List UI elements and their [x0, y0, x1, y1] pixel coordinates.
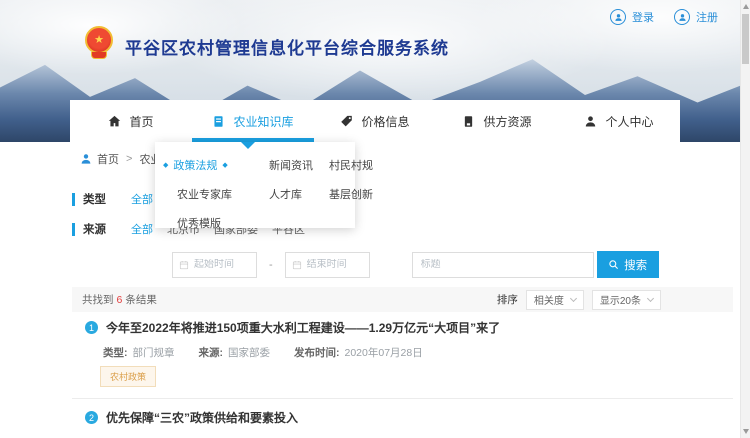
date-range-separator: - — [269, 259, 273, 271]
register-label: 注册 — [696, 9, 718, 25]
end-date-field[interactable] — [285, 252, 370, 278]
result-title[interactable]: 今年至2022年将推进150项重大水利工程建设——1.29万亿元“大项目”来了 — [106, 319, 500, 336]
page-size-select[interactable]: 显示20条 — [592, 290, 661, 310]
main-nav: 首页 农业知识库 价格信息 供方资源 个人中心 — [70, 100, 680, 142]
result-title[interactable]: 优先保障“三农”政策供给和要素投入 — [106, 409, 298, 426]
results-summary-bar: 共找到 6 条结果 排序 相关度 显示20条 — [72, 287, 733, 312]
nav-item-supplier-resources[interactable]: 供方资源 — [436, 100, 558, 142]
site-title: 平谷区农村管理信息化平台综合服务系统 — [125, 34, 449, 59]
nav-item-price-info[interactable]: 价格信息 — [314, 100, 436, 142]
calendar-icon — [292, 260, 302, 270]
filter-source-option-all[interactable]: 全部 — [131, 221, 153, 237]
end-date-input[interactable] — [307, 259, 363, 270]
supply-box-icon — [462, 115, 475, 128]
scroll-down-icon[interactable] — [743, 429, 749, 434]
meta-source: 来源: 国家部委 — [199, 345, 271, 360]
nav-label: 农业知识库 — [233, 113, 293, 130]
meta-publish-date: 发布时间: 2020年07月28日 — [294, 345, 423, 360]
nav-label: 个人中心 — [605, 113, 653, 130]
found-prefix: 共找到 — [82, 292, 114, 307]
meta-label: 发布时间: — [294, 347, 340, 359]
login-user-icon — [610, 9, 626, 25]
title-search-field[interactable] — [412, 252, 594, 278]
knowledge-book-icon — [212, 115, 225, 128]
result-tag[interactable]: 农村政策 — [100, 366, 156, 387]
page-size-value: 显示20条 — [600, 292, 641, 307]
app-window: 登录 注册 ★ 平谷区农村管理信息化平台综合服务系统 首页 农业知识库 价格信息 — [0, 0, 750, 438]
chevron-down-icon — [570, 294, 577, 301]
dropdown-item-label: 政策法规 — [173, 157, 217, 173]
filter-row-type: 类型 全部 — [72, 191, 167, 207]
login-button[interactable]: 登录 — [610, 9, 654, 25]
sort-label: 排序 — [497, 292, 518, 307]
brand: ★ 平谷区农村管理信息化平台综合服务系统 — [84, 26, 449, 66]
search-button[interactable]: 搜索 — [597, 251, 659, 278]
result-index-badge: 1 — [85, 321, 98, 334]
chevron-down-icon — [647, 294, 654, 301]
filter-source-label: 来源 — [83, 221, 131, 237]
nav-label: 价格信息 — [361, 113, 409, 130]
filter-type-option-all[interactable]: 全部 — [131, 191, 153, 207]
breadcrumb-separator: > — [126, 153, 132, 165]
diamond-icon: ◆ — [163, 161, 168, 169]
dropdown-item-expert-db[interactable]: 农业专家库 — [163, 186, 255, 202]
found-suffix: 条结果 — [125, 292, 157, 307]
filter-type-label: 类型 — [83, 191, 131, 207]
filter-accent-bar — [72, 193, 75, 206]
nav-label: 首页 — [129, 113, 153, 130]
home-icon — [108, 115, 121, 128]
register-user-icon — [674, 9, 690, 25]
sort-controls: 排序 相关度 显示20条 — [497, 290, 661, 310]
login-label: 登录 — [632, 9, 654, 25]
dropdown-item-policy[interactable]: ◆ 政策法规 ◆ — [163, 157, 255, 173]
result-item-1-meta: 类型: 部门规章 来源: 国家部委 发布时间: 2020年07月28日 — [103, 345, 423, 360]
result-item-2-title-row[interactable]: 2 优先保障“三农”政策供给和要素投入 — [85, 409, 298, 426]
nav-item-home[interactable]: 首页 — [70, 100, 192, 142]
sort-select[interactable]: 相关度 — [526, 290, 584, 310]
meta-type: 类型: 部门规章 — [103, 345, 175, 360]
nav-item-knowledge-base[interactable]: 农业知识库 — [192, 100, 314, 142]
search-button-label: 搜索 — [624, 257, 647, 273]
meta-value: 2020年07月28日 — [345, 347, 423, 359]
result-item-1-title-row[interactable]: 1 今年至2022年将推进150项重大水利工程建设——1.29万亿元“大项目”来… — [85, 319, 500, 336]
start-date-input[interactable] — [194, 259, 250, 270]
dropdown-item-news[interactable]: 新闻资讯 — [255, 157, 315, 173]
knowledge-base-dropdown: ◆ 政策法规 ◆ 新闻资讯 村民村规 农业专家库 人才库 基层创新 优秀模版 — [155, 142, 355, 228]
user-icon — [584, 115, 597, 128]
title-search-input[interactable] — [421, 259, 585, 270]
breadcrumb-user-icon — [80, 153, 92, 165]
price-tag-icon — [340, 115, 353, 128]
start-date-field[interactable] — [172, 252, 257, 278]
dropdown-item-village-rules[interactable]: 村民村规 — [315, 157, 373, 173]
search-icon — [608, 259, 619, 270]
auth-actions: 登录 注册 — [610, 9, 718, 25]
meta-label: 来源: — [199, 347, 224, 359]
result-count: 6 — [117, 294, 123, 306]
result-item-1-tags: 农村政策 — [100, 366, 156, 387]
dropdown-item-talent-db[interactable]: 人才库 — [255, 186, 315, 202]
filter-accent-bar — [72, 223, 75, 236]
dropdown-caret-icon — [241, 142, 255, 149]
scroll-up-icon[interactable] — [743, 4, 749, 9]
dropdown-grid: ◆ 政策法规 ◆ 新闻资讯 村民村规 农业专家库 人才库 基层创新 优秀模版 — [163, 157, 355, 231]
sort-value: 相关度 — [534, 292, 564, 307]
calendar-icon — [179, 260, 189, 270]
nav-item-personal-center[interactable]: 个人中心 — [558, 100, 680, 142]
main-content: 首页 > 农业知识库 ◆ 政策法规 ◆ 新闻资讯 村民村规 农业专家库 人才库 … — [0, 142, 750, 438]
scrollbar-thumb[interactable] — [742, 14, 749, 64]
diamond-icon: ◆ — [222, 161, 227, 169]
meta-value: 部门规章 — [133, 347, 175, 359]
dropdown-item-excellent-templates[interactable]: 优秀模版 — [163, 215, 255, 231]
vertical-scrollbar[interactable] — [740, 0, 750, 438]
national-emblem-icon: ★ — [84, 26, 114, 66]
meta-value: 国家部委 — [228, 347, 270, 359]
breadcrumb-home[interactable]: 首页 — [97, 151, 119, 167]
dropdown-item-grassroots-innovation[interactable]: 基层创新 — [315, 186, 373, 202]
meta-label: 类型: — [103, 347, 128, 359]
register-button[interactable]: 注册 — [674, 9, 718, 25]
result-index-badge: 2 — [85, 411, 98, 424]
result-divider — [72, 398, 733, 399]
nav-label: 供方资源 — [483, 113, 531, 130]
search-row: - 搜索 — [172, 251, 659, 278]
